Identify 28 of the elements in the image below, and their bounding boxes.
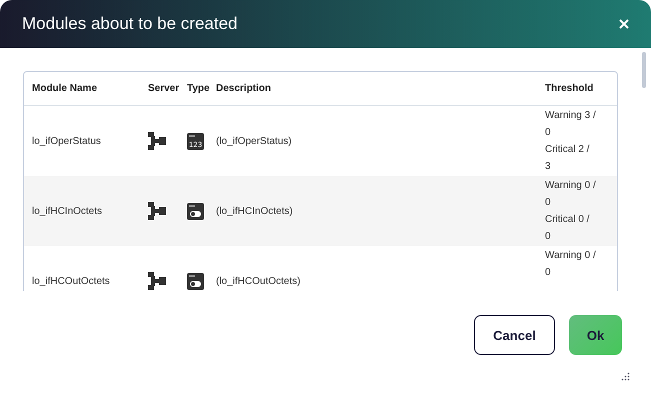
scrollbar-thumb[interactable]: [642, 52, 646, 88]
critical-threshold: Critical 0 / 0: [545, 213, 590, 244]
module-name: lo_ifHCOutOctets: [32, 276, 111, 286]
column-header: Description: [216, 83, 272, 94]
close-button[interactable]: [617, 17, 631, 31]
critical-threshold: Critical 2 / 3: [545, 143, 590, 174]
column-header: Server: [148, 83, 180, 94]
description: (lo_ifHCInOctets): [216, 206, 294, 216]
server-icon: [148, 132, 166, 150]
toggle-type-icon: [187, 272, 204, 290]
module-name: lo_ifOperStatus: [32, 136, 102, 146]
server-icon: [148, 202, 166, 220]
warning-threshold: Warning 0 / 0: [545, 179, 597, 210]
dialog-title: Modules about to be created: [22, 14, 238, 34]
description: (lo_ifHCOutOctets): [216, 276, 302, 286]
ok-button[interactable]: Ok: [569, 315, 622, 355]
module-name: lo_ifHCInOctets: [32, 206, 104, 216]
column-header: Type: [187, 83, 211, 94]
toggle-type-icon: [187, 202, 204, 220]
cancel-button[interactable]: Cancel: [474, 315, 555, 355]
warning-threshold: Warning 0 / 0: [545, 249, 597, 280]
server-icon: [148, 272, 166, 290]
close-icon: [619, 19, 629, 29]
resize-grip-icon[interactable]: [621, 372, 630, 381]
column-header: Threshold: [545, 83, 594, 94]
warning-threshold: Warning 3 / 0: [545, 109, 597, 140]
description: (lo_ifOperStatus): [216, 136, 293, 146]
column-header: Module Name: [32, 83, 98, 94]
